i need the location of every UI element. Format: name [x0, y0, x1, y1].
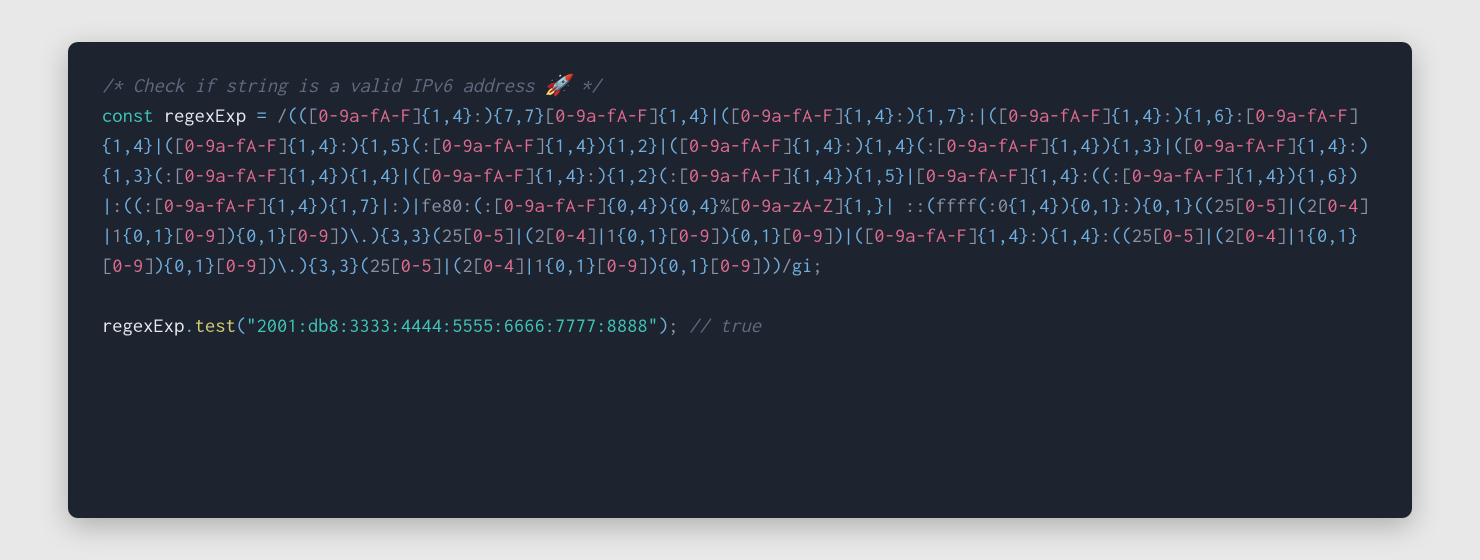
test-semicolon: ;: [668, 314, 678, 336]
dot: .: [184, 314, 194, 336]
test-object: regexExp: [102, 314, 184, 336]
paren-close: ): [658, 314, 668, 336]
comment: /* Check if string is a valid IPv6 addre…: [102, 74, 601, 96]
code-block: /* Check if string is a valid IPv6 addre…: [68, 42, 1412, 518]
semicolon: ;: [812, 254, 822, 276]
regex-literal: /(([0-9a-fA-F]{1,4}:){7,7}[0-9a-fA-F]{1,…: [102, 104, 1369, 276]
test-method: test: [195, 314, 236, 336]
variable-name: regexExp: [164, 104, 246, 126]
equals-op: =: [246, 104, 277, 126]
test-arg: "2001:db8:3333:4444:5555:6666:7777:8888": [246, 314, 658, 336]
code-content: /* Check if string is a valid IPv6 addre…: [102, 70, 1378, 340]
keyword-const: const: [102, 104, 153, 126]
regex-flags: gi: [792, 254, 813, 276]
paren-open: (: [236, 314, 246, 336]
result-comment: // true: [679, 314, 761, 336]
